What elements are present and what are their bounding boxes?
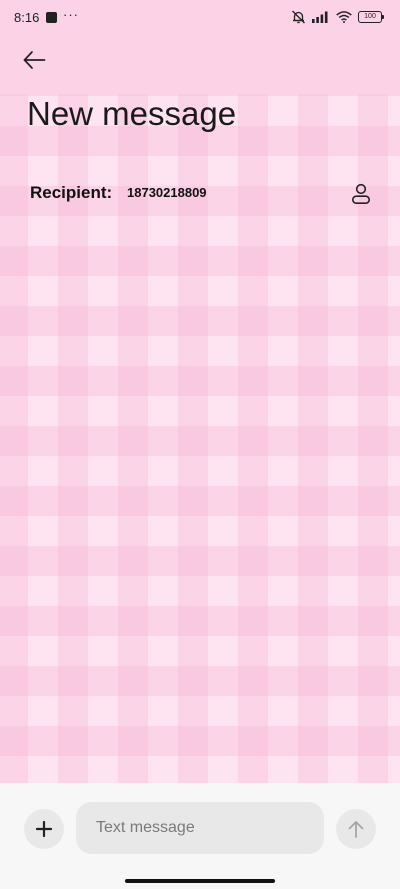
recipient-label: Recipient: [30,183,113,202]
person-icon [351,183,370,204]
more-notifications-indicator: ··· [63,7,79,22]
back-button[interactable] [16,42,52,78]
recipient-row: Recipient: 18730218809 [30,182,375,206]
notification-square-icon [46,12,57,23]
signal-icon [312,11,328,23]
status-time: 8:16 [14,10,40,25]
home-indicator[interactable] [125,879,275,883]
recipient-input[interactable]: 18730218809 [127,185,207,200]
arrow-up-icon [348,821,364,838]
add-attachment-button[interactable] [24,809,64,849]
status-bar: 8:16 ··· 100 [0,0,400,36]
message-input[interactable] [76,802,324,854]
wifi-icon [336,11,352,23]
plus-icon [35,820,53,838]
page-title: New message [27,95,237,132]
arrow-left-icon [23,51,46,69]
app-bar [0,36,400,94]
mute-bell-icon [292,10,305,24]
battery-icon: 100 [358,11,384,23]
send-button[interactable] [336,809,376,849]
contact-picker-button[interactable] [347,180,375,208]
compose-bar [0,783,400,889]
status-icons: 100 [291,10,384,24]
